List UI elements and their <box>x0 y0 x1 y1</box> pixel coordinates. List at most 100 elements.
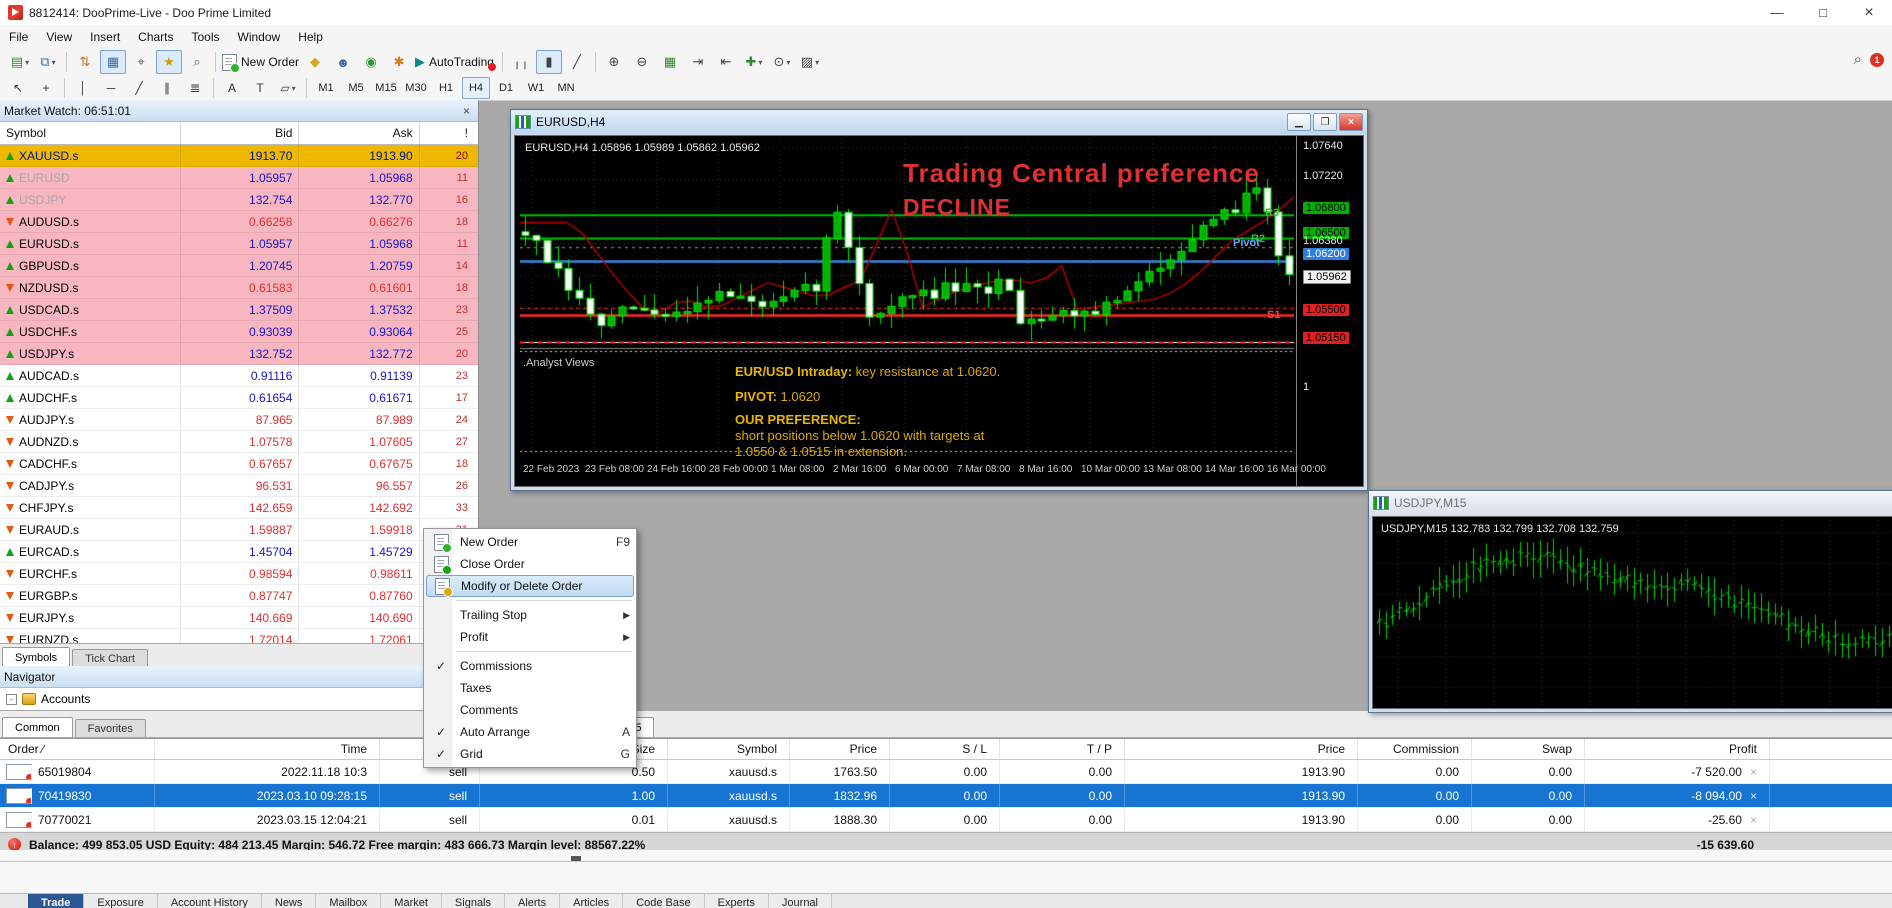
menu-item-trailing-stop[interactable]: Trailing Stop▶ <box>424 604 636 626</box>
fibonacci-tool[interactable]: ≣ <box>182 76 208 100</box>
metaeditor-button[interactable]: ◆ <box>302 50 328 74</box>
terminal-tab-journal[interactable]: Journal <box>769 894 832 908</box>
timeframe-m15[interactable]: M15 <box>372 77 400 99</box>
close-order-icon[interactable]: × <box>1750 813 1757 827</box>
chart-title-bar[interactable]: EURUSD,H4 ▁ ❐ × <box>511 110 1367 134</box>
menu-charts[interactable]: Charts <box>129 27 182 47</box>
cursor-tool[interactable]: ↖ <box>5 76 31 100</box>
timeframe-d1[interactable]: D1 <box>492 77 520 99</box>
orders-column-order[interactable]: Order ∕ <box>0 739 155 759</box>
timeframe-m1[interactable]: M1 <box>312 77 340 99</box>
market-watch-row[interactable]: AUDNZD.s1.075781.0760527 <box>0 431 478 453</box>
chart-shift-button[interactable]: ⇤ <box>713 50 739 74</box>
column-header-ask[interactable]: Ask <box>299 122 419 144</box>
terminal-tab-experts[interactable]: Experts <box>705 894 769 908</box>
horizontal-line-tool[interactable]: ─ <box>98 76 124 100</box>
menu-item-taxes[interactable]: Taxes <box>424 677 636 699</box>
market-watch-row[interactable]: AUDCAD.s0.911160.9113923 <box>0 365 478 387</box>
chart-area-eurusd[interactable]: EURUSD,H4 1.05896 1.05989 1.05862 1.0596… <box>514 135 1364 487</box>
order-row[interactable]: 650198042022.11.18 10:3sell0.50xauusd.s1… <box>0 760 1892 784</box>
bar-chart-button[interactable]: ╷╷ <box>508 50 534 74</box>
menu-tools[interactable]: Tools <box>183 27 229 47</box>
market-watch-row[interactable]: EURJPY.s140.669140.690 <box>0 607 478 629</box>
tab-favorites[interactable]: Favorites <box>75 719 146 737</box>
chart-area-usdjpy[interactable]: USDJPY,M15 132.783 132.799 132.708 132.7… <box>1372 516 1892 709</box>
chart-minimize-button[interactable]: ▁ <box>1287 113 1311 131</box>
terminal-tab-alerts[interactable]: Alerts <box>505 894 560 908</box>
menu-item-auto-arrange[interactable]: ✓Auto ArrangeA <box>424 721 636 743</box>
orders-column-price2[interactable]: Price <box>1125 739 1358 759</box>
navigator-toggle[interactable]: ⌖ <box>128 50 154 74</box>
zoom-in-button[interactable]: ⊕ <box>601 50 627 74</box>
timeframe-h1[interactable]: H1 <box>432 77 460 99</box>
splitter-handle[interactable] <box>571 856 581 861</box>
vertical-line-tool[interactable]: │ <box>70 76 96 100</box>
orders-column-time[interactable]: Time <box>155 739 380 759</box>
navigator-item-accounts[interactable]: -Accounts <box>0 688 478 710</box>
order-row[interactable]: 707700212023.03.15 12:04:21sell0.01xauus… <box>0 808 1892 832</box>
column-header-[interactable]: ! <box>420 122 478 144</box>
market-watch-row[interactable]: AUDJPY.s87.96587.98924 <box>0 409 478 431</box>
terminal-tab-code-base[interactable]: Code Base <box>623 894 704 908</box>
orders-column-profit[interactable]: Profit <box>1585 739 1770 759</box>
tab-common[interactable]: Common <box>2 717 73 737</box>
periods-button[interactable]: ⊙▾ <box>769 50 795 74</box>
chart-restore-button[interactable]: ❐ <box>1313 113 1337 131</box>
signals-button[interactable]: ◉ <box>358 50 384 74</box>
strategy-tester-toggle[interactable]: ⌕ <box>184 50 210 74</box>
label-tool[interactable]: T <box>247 76 273 100</box>
chart-title-bar[interactable]: USDJPY,M15 <box>1369 491 1892 515</box>
terminal-tab-mailbox[interactable]: Mailbox <box>316 894 381 908</box>
menu-insert[interactable]: Insert <box>81 27 129 47</box>
search-icon[interactable]: ⌕ <box>1854 51 1862 68</box>
tile-windows-button[interactable]: ▦ <box>657 50 683 74</box>
minimize-window-button[interactable]: — <box>1754 0 1800 25</box>
terminal-tab-trade[interactable]: Trade <box>28 894 84 908</box>
market-watch-row[interactable]: EURCHF.s0.985940.98611 <box>0 563 478 585</box>
market-watch-row[interactable]: EURCAD.s1.457041.45729 <box>0 541 478 563</box>
terminal-tab-market[interactable]: Market <box>381 894 442 908</box>
notification-badge[interactable]: 1 <box>1870 53 1884 67</box>
menu-item-grid[interactable]: ✓GridG <box>424 743 636 765</box>
timeframe-m5[interactable]: M5 <box>342 77 370 99</box>
new-chart-button[interactable]: ▤▾ <box>7 50 33 74</box>
tree-expand-icon[interactable]: - <box>6 694 17 705</box>
autotrading-button[interactable]: ▶AutoTrading <box>414 50 497 74</box>
text-tool[interactable]: A <box>219 76 245 100</box>
menu-item-profit[interactable]: Profit▶ <box>424 626 636 648</box>
market-watch-row[interactable]: AUDUSD.s0.662580.6627618 <box>0 211 478 233</box>
orders-column-swap[interactable]: Swap <box>1472 739 1585 759</box>
orders-column-commission[interactable]: Commission <box>1358 739 1472 759</box>
column-header-bid[interactable]: Bid <box>181 122 299 144</box>
column-header-symbol[interactable]: Symbol <box>0 122 181 144</box>
timeframe-h4[interactable]: H4 <box>462 77 490 99</box>
trendline-tool[interactable]: ╱ <box>126 76 152 100</box>
menu-item-commissions[interactable]: ✓Commissions <box>424 655 636 677</box>
profiles-button[interactable]: ⧉▾ <box>35 50 61 74</box>
zoom-out-button[interactable]: ⊖ <box>629 50 655 74</box>
maximize-window-button[interactable]: □ <box>1800 0 1846 25</box>
timeframe-m30[interactable]: M30 <box>402 77 430 99</box>
data-window-toggle[interactable]: ▦ <box>100 50 126 74</box>
terminal-tab-account-history[interactable]: Account History <box>158 894 262 908</box>
market-watch-row[interactable]: GBPUSD.s1.207451.2075914 <box>0 255 478 277</box>
timeframe-w1[interactable]: W1 <box>522 77 550 99</box>
orders-column-sl[interactable]: S / L <box>890 739 1000 759</box>
close-panel-icon[interactable]: × <box>459 104 474 118</box>
community-button[interactable]: ☻ <box>330 50 356 74</box>
market-watch-row[interactable]: USDCAD.s1.375091.3753223 <box>0 299 478 321</box>
market-watch-row[interactable]: EURAUD.s1.598871.5991831 <box>0 519 478 541</box>
splitter-line[interactable] <box>0 861 1892 862</box>
tab-symbols[interactable]: Symbols <box>2 647 70 667</box>
market-watch-row[interactable]: CHFJPY.s142.659142.69233 <box>0 497 478 519</box>
line-chart-button[interactable]: ╱ <box>564 50 590 74</box>
market-watch-row[interactable]: USDJPY.s132.752132.77220 <box>0 343 478 365</box>
menu-item-new-order[interactable]: New OrderF9 <box>424 531 636 553</box>
menu-item-modify-or-delete-order[interactable]: Modify or Delete Order <box>426 575 634 597</box>
market-watch-row[interactable]: CADJPY.s96.53196.55726 <box>0 475 478 497</box>
orders-column-price[interactable]: Price <box>790 739 890 759</box>
timeframe-mn[interactable]: MN <box>552 77 580 99</box>
order-row[interactable]: 704198302023.03.10 09:28:15sell1.00xauus… <box>0 784 1892 808</box>
close-order-icon[interactable]: × <box>1750 789 1757 803</box>
menu-item-close-order[interactable]: Close Order <box>424 553 636 575</box>
